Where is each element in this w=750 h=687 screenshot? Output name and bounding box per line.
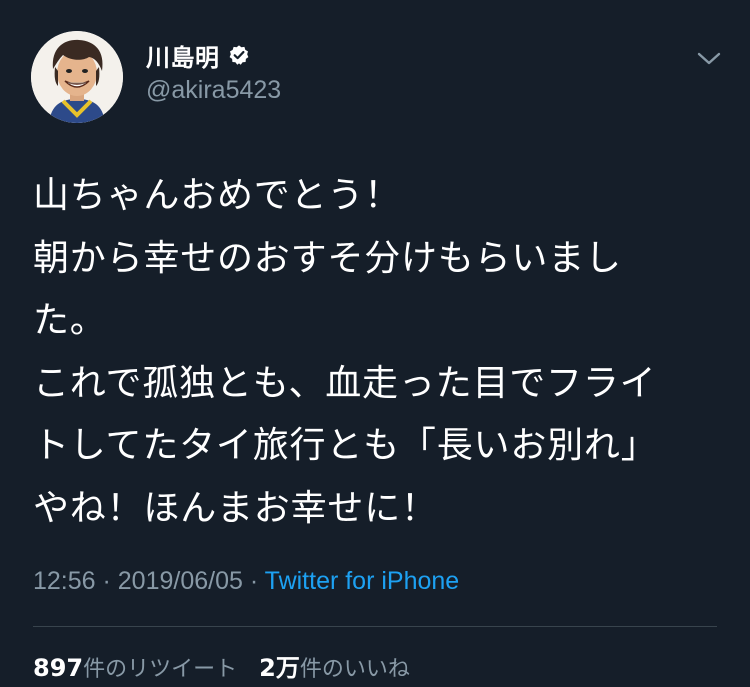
tweet-date[interactable]: 2019/06/05 — [118, 567, 243, 595]
avatar-illustration — [31, 31, 123, 123]
tweet-stats: 897件のリツイート 2万件のいいね — [33, 648, 432, 683]
author-handle[interactable]: @akira5423 — [146, 76, 281, 105]
tweet-text-line: やね！ほんまお幸せに！ — [33, 487, 438, 529]
tweet-text-line: た。 — [33, 300, 107, 341]
tweet-meta: 12:56 · 2019/06/05 · Twitter for iPhone — [33, 567, 459, 596]
tweet-text-line: トしてたタイ旅行とも「長いお別れ」 — [33, 425, 658, 466]
chevron-down-icon[interactable] — [692, 44, 726, 72]
tweet-text: 山ちゃんおめでとう！ 朝から幸せのおすそ分けもらいまし た。 これで孤独とも、血… — [33, 165, 723, 540]
meta-separator: · — [95, 567, 118, 595]
avatar[interactable] — [31, 31, 123, 123]
tweet-text-line: これで孤独とも、血走った目でフライ — [33, 362, 657, 404]
likes-label: 件のいいね — [299, 657, 410, 682]
author-display-name[interactable]: 川島明 — [146, 38, 220, 73]
meta-separator: · — [242, 567, 265, 595]
tweet-time[interactable]: 12:56 — [33, 567, 96, 595]
divider — [33, 626, 717, 627]
tweet-detail: 川島明 @akira5423 山ちゃんおめでとう！ 朝から幸せのおすそ分けもらい… — [0, 0, 750, 687]
retweets-count: 897 — [33, 654, 84, 682]
likes-stat[interactable]: 2万件のいいね — [259, 648, 410, 683]
tweet-text-line: 山ちゃんおめでとう！ — [33, 175, 401, 216]
retweets-label: 件のリツイート — [83, 657, 238, 682]
likes-count: 2万 — [259, 654, 300, 682]
tweet-source-link[interactable]: Twitter for iPhone — [265, 567, 460, 595]
tweet-text-line: 朝から幸せのおすそ分けもらいまし — [33, 237, 622, 279]
author-name-row: 川島明 — [146, 38, 250, 72]
retweets-stat[interactable]: 897件のリツイート — [33, 651, 237, 683]
verified-badge-icon — [228, 44, 250, 66]
